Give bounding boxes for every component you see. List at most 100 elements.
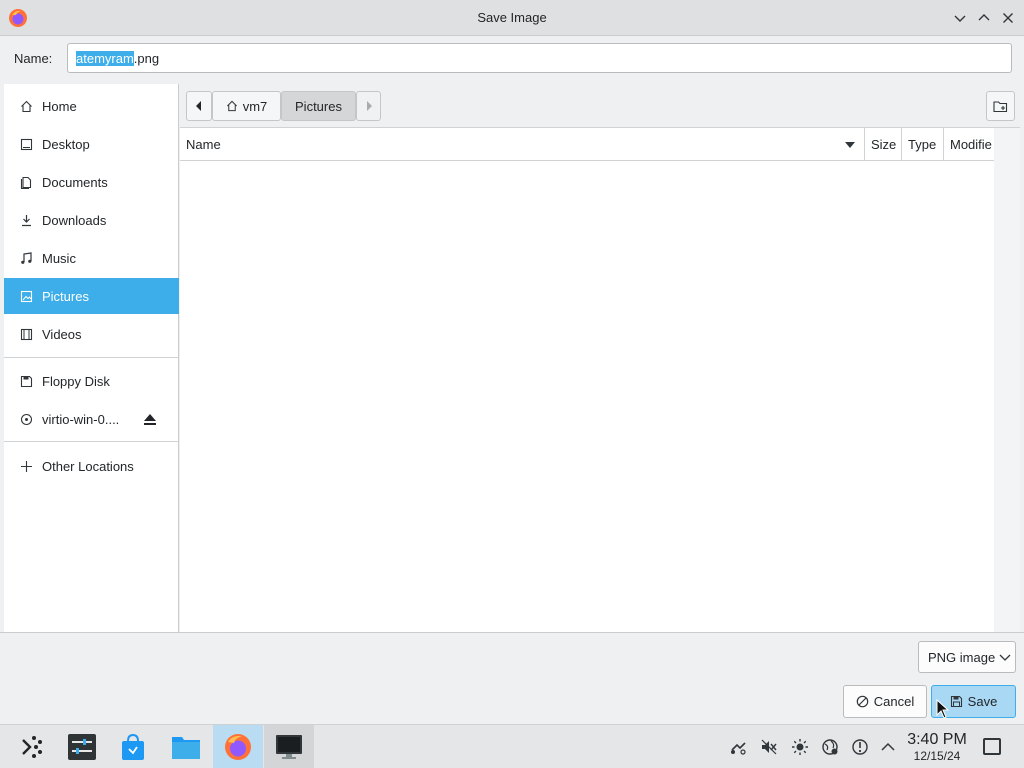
column-modified[interactable]: Modifie xyxy=(944,128,994,161)
tray-brightness[interactable] xyxy=(790,737,810,757)
sidebar-item-pictures[interactable]: Pictures xyxy=(4,278,179,314)
monitor-icon xyxy=(276,735,302,759)
breadcrumb-label: vm7 xyxy=(242,98,268,114)
chevron-down-icon xyxy=(999,654,1011,661)
places-sidebar: Home Desktop Documents Downloads Music P… xyxy=(4,84,179,632)
home-icon xyxy=(18,98,34,114)
floppy-icon xyxy=(18,373,34,389)
name-label: Name: xyxy=(14,51,53,66)
sidebar-item-floppy[interactable]: Floppy Disk xyxy=(4,363,179,399)
disc-icon xyxy=(18,411,34,427)
path-forward-button[interactable] xyxy=(356,91,381,121)
taskbar-file-manager[interactable] xyxy=(161,725,211,768)
show-desktop-button[interactable] xyxy=(983,738,1001,755)
sidebar-item-label: Videos xyxy=(42,326,82,342)
sidebar-item-documents[interactable]: Documents xyxy=(4,164,179,200)
sidebar-item-downloads[interactable]: Downloads xyxy=(4,202,179,238)
close-button[interactable] xyxy=(998,8,1018,28)
filename-extension: .png xyxy=(133,51,160,66)
eject-icon[interactable] xyxy=(143,412,157,426)
network-icon xyxy=(731,742,746,755)
taskbar-discover[interactable] xyxy=(108,725,158,768)
sidebar-item-music[interactable]: Music xyxy=(4,240,179,276)
sidebar-item-videos[interactable]: Videos xyxy=(4,316,179,352)
sidebar-item-label: Documents xyxy=(42,174,108,190)
column-type-label: Type xyxy=(908,137,937,152)
sidebar-item-other-locations[interactable]: Other Locations xyxy=(4,448,179,484)
digital-clock[interactable]: 3:40 PM 12/15/24 xyxy=(900,731,974,763)
column-type[interactable]: Type xyxy=(902,128,944,161)
maximize-button[interactable] xyxy=(974,8,994,28)
tray-updates[interactable] xyxy=(850,737,870,757)
path-bar: vm7 Pictures xyxy=(180,84,1020,128)
sidebar-item-label: virtio-win-0.... xyxy=(42,411,120,427)
column-header-row: Name Size Type Modifie xyxy=(180,128,994,161)
sidebar-item-label: Pictures xyxy=(42,288,89,304)
sidebar-item-label: Floppy Disk xyxy=(42,373,110,389)
firefox-icon xyxy=(225,734,251,760)
column-name[interactable]: Name xyxy=(180,128,865,161)
sidebar-item-label: Downloads xyxy=(42,212,107,228)
file-list[interactable] xyxy=(180,161,994,632)
folder-icon xyxy=(172,737,200,759)
vertical-scrollbar[interactable] xyxy=(994,128,1020,632)
new-folder-button[interactable] xyxy=(986,91,1015,121)
tray-network-manager[interactable] xyxy=(728,737,748,757)
breadcrumb-label: Pictures xyxy=(295,98,342,114)
column-name-label: Name xyxy=(186,137,221,152)
sidebar-item-virtio-disc[interactable]: virtio-win-0.... xyxy=(4,401,179,437)
tray-volume[interactable] xyxy=(759,737,779,757)
file-browser: vm7 Pictures Name Size Type Modifie xyxy=(180,84,1020,632)
file-type-select[interactable]: PNG image xyxy=(918,641,1016,673)
breadcrumb-vm7[interactable]: vm7 xyxy=(212,91,281,121)
clock-date: 12/15/24 xyxy=(913,749,961,763)
discover-store-icon xyxy=(122,733,144,760)
column-size[interactable]: Size xyxy=(865,128,902,161)
dialog-title: Save Image xyxy=(477,10,547,25)
path-back-button[interactable] xyxy=(186,91,212,121)
home-icon xyxy=(226,100,237,112)
pictures-icon xyxy=(18,288,34,304)
sidebar-item-desktop[interactable]: Desktop xyxy=(4,126,179,162)
taskbar: 3:40 PM 12/15/24 xyxy=(0,724,1024,768)
brightness-icon xyxy=(792,739,808,755)
videos-icon xyxy=(18,326,34,342)
sidebar-divider xyxy=(4,357,179,358)
minimize-button[interactable] xyxy=(950,8,970,28)
save-icon xyxy=(950,695,963,708)
downloads-icon xyxy=(18,212,34,228)
filename-selected-text: atemyram xyxy=(76,51,134,66)
new-folder-icon xyxy=(993,100,1008,112)
save-label: Save xyxy=(967,694,998,709)
close-icon xyxy=(1003,13,1013,23)
tray-expand-button[interactable] xyxy=(878,737,898,757)
launcher-icon xyxy=(22,736,42,758)
chevron-down-icon xyxy=(954,15,966,22)
desktop-icon xyxy=(18,136,34,152)
dialog-actions: PNG image Cancel Save xyxy=(0,632,1024,724)
file-type-value: PNG image xyxy=(928,649,996,665)
mouse-cursor-icon xyxy=(936,699,950,719)
breadcrumb-pictures[interactable]: Pictures xyxy=(281,91,356,121)
taskbar-firefox[interactable] xyxy=(213,725,263,768)
clock-time: 3:40 PM xyxy=(907,731,967,748)
taskbar-system-settings[interactable] xyxy=(57,725,107,768)
sidebar-item-label: Other Locations xyxy=(42,458,134,474)
title-bar: Save Image xyxy=(0,0,1024,36)
chevron-up-icon xyxy=(881,742,895,751)
plus-icon xyxy=(18,458,34,474)
caret-right-icon xyxy=(366,101,372,111)
taskbar-virtual-machine[interactable] xyxy=(264,725,314,768)
documents-icon xyxy=(18,174,34,190)
sidebar-divider xyxy=(4,441,179,442)
cancel-button[interactable]: Cancel xyxy=(843,685,927,718)
column-size-label: Size xyxy=(871,137,897,152)
chevron-up-icon xyxy=(978,14,990,21)
sidebar-item-home[interactable]: Home xyxy=(4,88,179,124)
settings-panel-icon xyxy=(68,734,96,760)
volume-muted-icon xyxy=(761,739,777,755)
tray-network-status[interactable] xyxy=(820,737,840,757)
update-notifier-icon xyxy=(852,739,868,755)
filename-input[interactable]: atemyram.png xyxy=(67,43,1012,73)
app-launcher-button[interactable] xyxy=(8,725,58,768)
